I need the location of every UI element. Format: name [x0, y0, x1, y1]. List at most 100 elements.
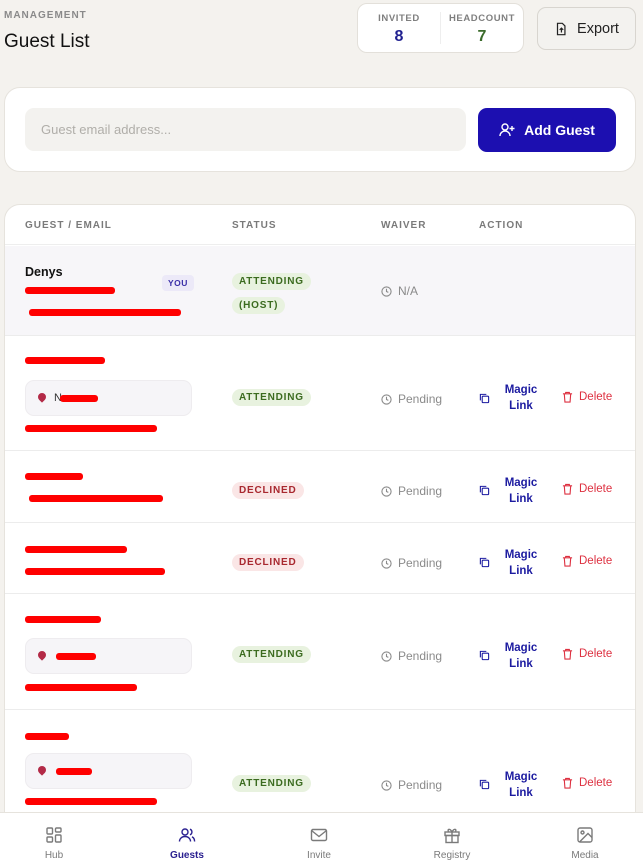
waiver-label: Pending — [398, 556, 443, 570]
nav-item-guests[interactable]: Guests — [147, 813, 227, 862]
copy-icon[interactable] — [479, 485, 490, 496]
magic-link-line1: Magic — [504, 549, 538, 561]
stat-headcount-value: 7 — [477, 28, 487, 45]
redacted-email — [25, 425, 157, 432]
status-badge: DECLINED — [232, 482, 304, 499]
table-row: Denys YOU ATTENDING (HOST) N/A — [5, 246, 635, 336]
delete-label: Delete — [579, 483, 613, 495]
guest-email-input[interactable] — [25, 108, 466, 151]
clock-icon — [381, 393, 392, 405]
redacted-name — [25, 616, 101, 623]
redacted-name — [25, 473, 83, 480]
redacted-text — [25, 287, 115, 294]
waiver-label: Pending — [398, 392, 443, 406]
status-badge: ATTENDING — [232, 389, 311, 406]
redacted-email — [25, 684, 137, 691]
waiver-status: Pending — [381, 649, 442, 663]
waiver-label: N/A — [398, 284, 419, 298]
delete-button[interactable]: Delete — [562, 777, 612, 789]
copy-icon[interactable] — [479, 779, 490, 790]
magic-link-button[interactable]: Magic Link — [501, 382, 541, 414]
delete-button[interactable]: Delete — [562, 648, 612, 660]
you-badge: YOU — [162, 275, 194, 291]
magic-link-line2: Link — [509, 493, 533, 505]
add-guest-button[interactable]: Add Guest — [478, 108, 616, 152]
copy-icon[interactable] — [479, 650, 490, 661]
column-action: ACTION — [479, 220, 524, 231]
redacted-name — [25, 733, 69, 740]
table-row: N ATTENDING Pending Magic Link Delete — [5, 336, 635, 451]
host-badge: (HOST) — [232, 297, 286, 314]
delete-label: Delete — [579, 391, 613, 403]
stat-invited-value: 8 — [394, 28, 404, 45]
waiver-status: N/A — [381, 284, 418, 298]
user-plus-icon — [499, 123, 515, 137]
delete-button[interactable]: Delete — [562, 391, 612, 403]
magic-link-button[interactable]: Magic Link — [501, 547, 541, 579]
nav-label-media: Media — [571, 850, 599, 861]
redacted-note — [56, 768, 92, 775]
bottom-nav: Hub Guests Invite Registry Media — [0, 812, 643, 862]
clock-icon — [381, 485, 392, 497]
export-button[interactable]: Export — [537, 7, 636, 50]
trash-icon — [562, 391, 573, 403]
nav-item-invite[interactable]: Invite — [279, 813, 359, 862]
grid-icon — [46, 827, 62, 843]
gift-icon — [444, 828, 460, 844]
waiver-label: Pending — [398, 484, 443, 498]
pin-icon — [36, 764, 48, 776]
stat-headcount-label: HEADCOUNT — [448, 13, 516, 24]
table-header: GUEST / EMAIL STATUS WAIVER ACTION — [5, 205, 635, 245]
column-guest-email: GUEST / EMAIL — [25, 220, 112, 231]
redacted-note — [56, 653, 96, 660]
trash-icon — [562, 648, 573, 660]
magic-link-button[interactable]: Magic Link — [501, 640, 541, 672]
magic-link-line1: Magic — [504, 477, 538, 489]
magic-link-button[interactable]: Magic Link — [501, 769, 541, 801]
clock-icon — [381, 557, 392, 569]
delete-button[interactable]: Delete — [562, 555, 612, 567]
trash-icon — [562, 777, 573, 789]
guest-stats: INVITED 8 HEADCOUNT 7 — [357, 3, 524, 53]
copy-icon[interactable] — [479, 557, 490, 568]
guest-note: N — [25, 380, 192, 416]
users-icon — [178, 828, 196, 842]
waiver-label: Pending — [398, 649, 443, 663]
magic-link-line1: Magic — [504, 384, 538, 396]
add-guest-label: Add Guest — [524, 122, 595, 138]
page-header: MANAGEMENT Guest List — [4, 10, 90, 53]
nav-label-guests: Guests — [170, 850, 204, 861]
magic-link-line2: Link — [509, 400, 533, 412]
redacted-email — [25, 568, 165, 575]
column-status: STATUS — [232, 220, 277, 231]
waiver-label: Pending — [398, 778, 443, 792]
waiver-status: Pending — [381, 484, 442, 498]
redacted-name — [25, 357, 105, 364]
status-badge: ATTENDING — [232, 273, 311, 290]
table-row: DECLINED Pending Magic Link Delete — [5, 451, 635, 523]
nav-item-registry[interactable]: Registry — [412, 813, 492, 862]
magic-link-line1: Magic — [504, 771, 538, 783]
magic-link-line1: Magic — [504, 642, 538, 654]
table-row: DECLINED Pending Magic Link Delete — [5, 523, 635, 594]
section-eyebrow: MANAGEMENT — [4, 10, 87, 21]
guest-note — [25, 638, 192, 674]
delete-label: Delete — [579, 555, 613, 567]
export-label: Export — [577, 20, 619, 37]
magic-link-button[interactable]: Magic Link — [501, 475, 541, 507]
nav-label-registry: Registry — [433, 850, 471, 861]
add-guest-card: Add Guest — [4, 87, 636, 172]
copy-icon[interactable] — [479, 393, 490, 404]
nav-item-hub[interactable]: Hub — [14, 813, 94, 862]
table-row: ATTENDING Pending Magic Link Delete — [5, 594, 635, 710]
stat-invited: INVITED 8 — [358, 4, 440, 52]
redacted-name — [25, 546, 127, 553]
magic-link-line2: Link — [509, 565, 533, 577]
export-icon — [556, 22, 566, 35]
delete-label: Delete — [579, 777, 613, 789]
nav-item-media[interactable]: Media — [545, 813, 625, 862]
status-badge: DECLINED — [232, 554, 304, 571]
waiver-status: Pending — [381, 556, 442, 570]
magic-link-line2: Link — [509, 658, 533, 670]
delete-button[interactable]: Delete — [562, 483, 612, 495]
